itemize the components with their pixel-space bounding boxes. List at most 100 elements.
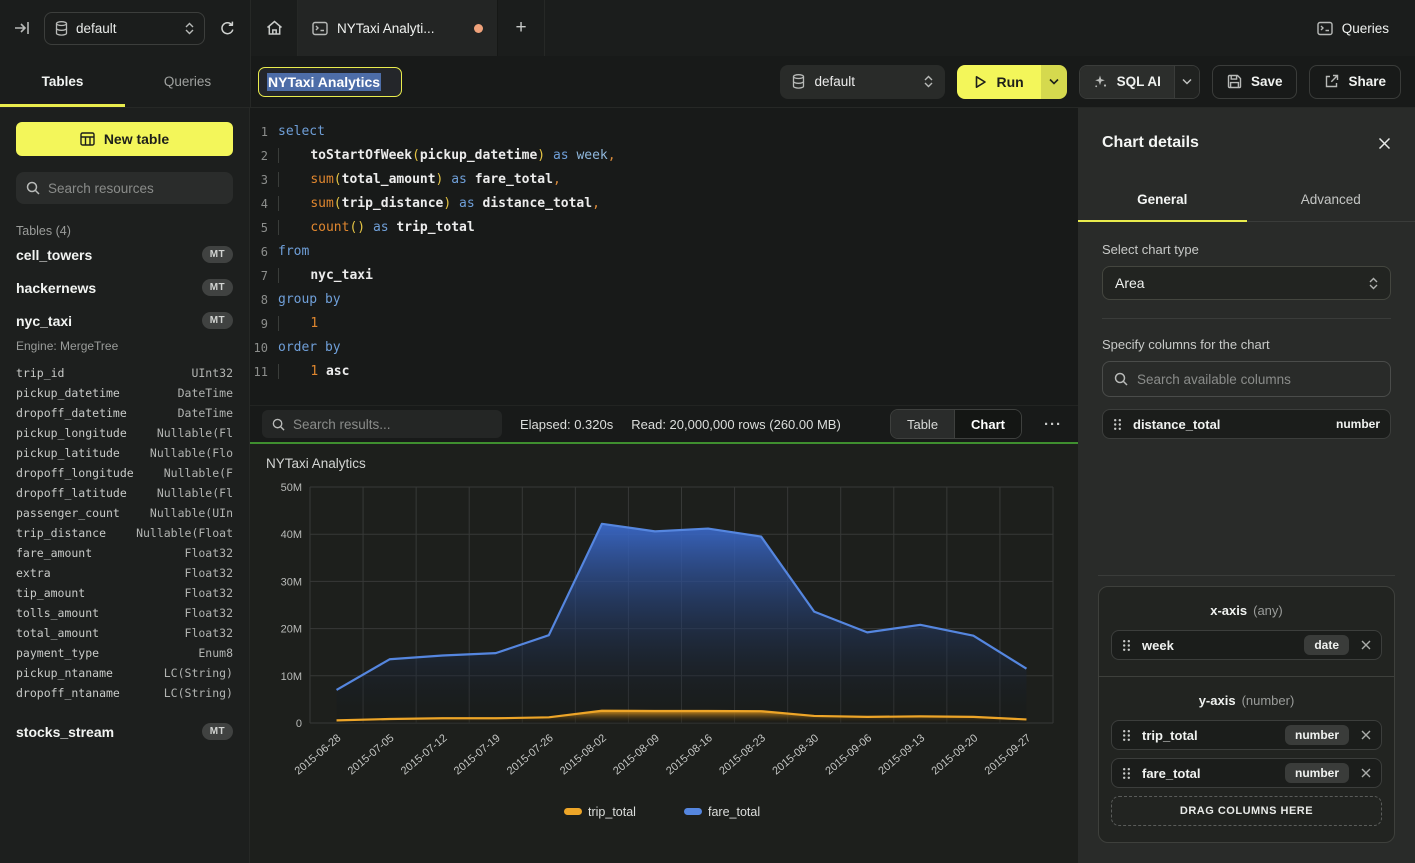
y-axis-section: y-axis(number) trip_totalnumberfare_tota… bbox=[1099, 676, 1394, 842]
code-line[interactable]: 8group by bbox=[250, 288, 1078, 312]
column-chip[interactable]: distance_totalnumber bbox=[1102, 409, 1391, 439]
save-button[interactable]: Save bbox=[1212, 65, 1298, 99]
column-row[interactable]: pickup_datetimeDateTime bbox=[16, 383, 233, 403]
column-chip[interactable]: fare_totalnumber bbox=[1111, 758, 1382, 788]
code-line[interactable]: 4 sum(trip_distance) as distance_total, bbox=[250, 192, 1078, 216]
column-row[interactable]: payment_typeEnum8 bbox=[16, 643, 233, 663]
column-row[interactable]: tip_amountFloat32 bbox=[16, 583, 233, 603]
column-type: Nullable(F bbox=[164, 463, 233, 483]
results-search[interactable] bbox=[262, 410, 502, 438]
code-lines: 1select2 toStartOfWeek(pickup_datetime) … bbox=[250, 120, 1078, 384]
tab-general[interactable]: General bbox=[1078, 178, 1247, 221]
new-tab-button[interactable]: + bbox=[498, 0, 545, 56]
remove-icon[interactable] bbox=[1361, 768, 1371, 778]
legend-label-fare_total[interactable]: fare_total bbox=[708, 805, 760, 819]
drag-handle-icon[interactable] bbox=[1113, 418, 1122, 431]
close-icon[interactable] bbox=[1378, 137, 1391, 150]
results-toolbar: Elapsed: 0.320s Read: 20,000,000 rows (2… bbox=[250, 405, 1078, 442]
line-number: 3 bbox=[250, 168, 278, 192]
column-row[interactable]: tolls_amountFloat32 bbox=[16, 603, 233, 623]
results-search-input[interactable] bbox=[293, 417, 492, 432]
results-chart[interactable]: 010M20M30M40M50M2015-06-282015-07-052015… bbox=[266, 478, 1062, 860]
remove-icon[interactable] bbox=[1361, 730, 1371, 740]
sidebar-tab-tables[interactable]: Tables bbox=[0, 56, 125, 107]
run-options-button[interactable] bbox=[1041, 65, 1067, 99]
column-row[interactable]: dropoff_longitudeNullable(F bbox=[16, 463, 233, 483]
engine-badge: MT bbox=[202, 279, 233, 296]
sql-ai-options-button[interactable] bbox=[1174, 66, 1199, 98]
drag-handle-icon[interactable] bbox=[1122, 639, 1131, 652]
database-selector[interactable]: default bbox=[44, 12, 205, 45]
more-options-icon[interactable]: ··· bbox=[1040, 416, 1066, 433]
code-line[interactable]: 9 1 bbox=[250, 312, 1078, 336]
code-line[interactable]: 1select bbox=[250, 120, 1078, 144]
column-row[interactable]: pickup_latitudeNullable(Flo bbox=[16, 443, 233, 463]
run-button[interactable]: Run bbox=[957, 65, 1040, 99]
column-row[interactable]: dropoff_datetimeDateTime bbox=[16, 403, 233, 423]
column-row[interactable]: passenger_countNullable(UIn bbox=[16, 503, 233, 523]
legend-marker-trip_total[interactable] bbox=[564, 808, 582, 815]
column-row[interactable]: pickup_longitudeNullable(Fl bbox=[16, 423, 233, 443]
y-tick-label: 40M bbox=[281, 529, 302, 541]
column-row[interactable]: pickup_ntanameLC(String) bbox=[16, 663, 233, 683]
column-row[interactable]: fare_amountFloat32 bbox=[16, 543, 233, 563]
collapse-sidebar-icon[interactable] bbox=[14, 21, 30, 35]
code-line[interactable]: 11 1 asc bbox=[250, 360, 1078, 384]
code-line[interactable]: 5 count() as trip_total bbox=[250, 216, 1078, 240]
query-title-input[interactable]: NYTaxi Analytics bbox=[258, 67, 402, 97]
table-row[interactable]: nyc_taxiMT bbox=[16, 304, 233, 337]
table-row[interactable]: hackernews MT bbox=[16, 271, 233, 304]
new-table-button[interactable]: New table bbox=[16, 122, 233, 156]
sql-editor[interactable]: 1select2 toStartOfWeek(pickup_datetime) … bbox=[250, 108, 1078, 405]
area-series-fare_total[interactable] bbox=[337, 524, 1027, 723]
code-line[interactable]: 10order by bbox=[250, 336, 1078, 360]
share-button[interactable]: Share bbox=[1309, 65, 1401, 99]
resource-search-input[interactable] bbox=[48, 181, 225, 196]
column-chip[interactable]: trip_totalnumber bbox=[1111, 720, 1382, 750]
x-tick-label: 2015-07-05 bbox=[346, 732, 397, 777]
home-tab[interactable] bbox=[251, 0, 298, 56]
legend-marker-fare_total[interactable] bbox=[684, 808, 702, 815]
column-row[interactable]: extraFloat32 bbox=[16, 563, 233, 583]
columns-search-input[interactable] bbox=[1137, 372, 1379, 387]
column-chip-name: fare_total bbox=[1142, 766, 1201, 781]
x-tick-label: 2015-09-27 bbox=[983, 732, 1034, 777]
view-toggle-table[interactable]: Table bbox=[891, 410, 954, 438]
view-toggle-chart[interactable]: Chart bbox=[954, 410, 1021, 438]
table-row[interactable]: stocks_streamMT bbox=[16, 715, 233, 748]
queries-button[interactable]: Queries bbox=[1291, 0, 1415, 56]
drag-handle-icon[interactable] bbox=[1122, 767, 1131, 780]
query-tab-active[interactable]: NYTaxi Analyti... bbox=[298, 0, 498, 56]
code-line[interactable]: 2 toStartOfWeek(pickup_datetime) as week… bbox=[250, 144, 1078, 168]
drag-handle-icon[interactable] bbox=[1122, 729, 1131, 742]
column-row[interactable]: dropoff_ntanameLC(String) bbox=[16, 683, 233, 703]
chart-details-panel: Chart details General Advanced Select ch… bbox=[1078, 108, 1415, 863]
column-row[interactable]: trip_idUInt32 bbox=[16, 363, 233, 383]
y-axis-hint: (number) bbox=[1242, 693, 1295, 708]
table-name: hackernews bbox=[16, 280, 96, 296]
sidebar-tab-queries[interactable]: Queries bbox=[125, 56, 250, 107]
resource-search[interactable] bbox=[16, 172, 233, 204]
x-tick-label: 2015-07-12 bbox=[399, 732, 450, 777]
table-row[interactable]: cell_towersMT bbox=[16, 238, 233, 271]
code-line[interactable]: 3 sum(total_amount) as fare_total, bbox=[250, 168, 1078, 192]
code-line[interactable]: 7 nyc_taxi bbox=[250, 264, 1078, 288]
toolbar-database-selector[interactable]: default bbox=[780, 65, 945, 99]
column-row[interactable]: dropoff_latitudeNullable(Fl bbox=[16, 483, 233, 503]
columns-search[interactable] bbox=[1102, 361, 1391, 397]
remove-icon[interactable] bbox=[1361, 640, 1371, 650]
legend-label-trip_total[interactable]: trip_total bbox=[588, 805, 636, 819]
refresh-icon[interactable] bbox=[219, 20, 236, 37]
chart-type-select[interactable]: Area bbox=[1102, 266, 1391, 300]
code-line[interactable]: 6from bbox=[250, 240, 1078, 264]
drop-zone[interactable]: DRAG COLUMNS HERE bbox=[1111, 796, 1382, 826]
sql-ai-button[interactable]: SQL AI bbox=[1080, 66, 1174, 98]
column-type: DateTime bbox=[178, 403, 233, 423]
column-row[interactable]: trip_distanceNullable(Float bbox=[16, 523, 233, 543]
column-chip[interactable]: weekdate bbox=[1111, 630, 1382, 660]
tab-advanced[interactable]: Advanced bbox=[1247, 178, 1415, 221]
code-text: group by bbox=[278, 288, 341, 312]
column-row[interactable]: total_amountFloat32 bbox=[16, 623, 233, 643]
column-type: Float32 bbox=[185, 623, 233, 643]
code-text: select bbox=[278, 120, 325, 144]
